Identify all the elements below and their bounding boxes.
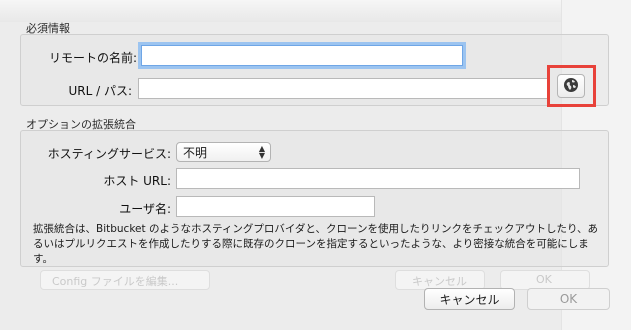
cancel-button[interactable]: キャンセル (424, 288, 515, 310)
url-path-label: URL / パス: (68, 84, 132, 98)
browse-button[interactable] (557, 74, 585, 98)
add-remote-sheet: 必須情報 リモートの名前: URL / パス: オプションの拡張統合 ホスティン… (0, 0, 631, 330)
remote-name-input[interactable] (141, 45, 463, 66)
remote-name-label: リモートの名前: (48, 51, 137, 65)
hosting-service-select[interactable]: 不明 ▲ ▼ (176, 142, 271, 162)
username-label: ユーザ名: (119, 202, 171, 216)
host-url-label: ホスト URL: (103, 174, 171, 188)
hosting-service-value: 不明 (183, 145, 208, 160)
url-path-input[interactable] (138, 78, 548, 99)
host-url-input[interactable] (176, 168, 580, 189)
ok-button[interactable]: OK (527, 288, 610, 310)
username-input[interactable] (176, 196, 375, 217)
hosting-service-label: ホスティングサービス: (47, 147, 171, 161)
select-arrows-icon: ▲ ▼ (258, 144, 265, 160)
globe-icon (563, 77, 579, 96)
integration-description: 拡張統合は、Bitbucket のようなホスティングプロバイダと、クローンを使用… (33, 223, 599, 265)
